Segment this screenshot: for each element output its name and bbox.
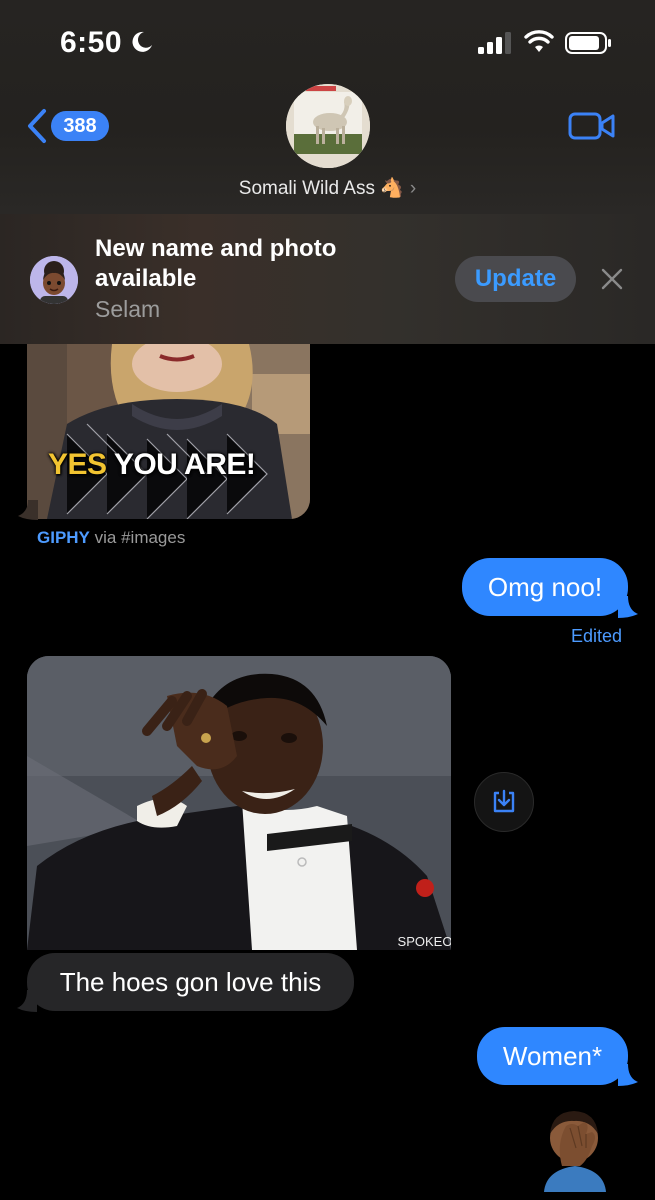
incoming-message-bubble[interactable]: The hoes gon love this [27,953,354,1011]
outgoing-message-bubble[interactable]: Omg noo! [462,558,628,616]
giphy-via: via #images [89,528,186,547]
photo-image: SPOKEO [27,656,451,950]
edited-label[interactable]: Edited [571,626,622,647]
unread-count-badge: 388 [51,111,109,141]
banner-subtitle: Selam [95,296,161,322]
photo-watermark: SPOKEO [398,934,451,949]
back-chevron-icon [28,109,46,143]
wifi-icon [524,30,554,52]
gif-caption-rest: YOU ARE! [106,448,256,481]
banner-memoji-avatar [30,256,78,304]
video-call-icon[interactable] [568,110,616,142]
gif-image [27,344,310,519]
contact-name-button[interactable]: Somali Wild Ass 🐴 › [0,176,655,200]
moon-icon [132,31,152,52]
close-icon[interactable] [600,267,624,291]
back-button[interactable]: 388 [26,108,109,144]
contact-name: Somali Wild Ass 🐴 [238,178,404,199]
photo-message[interactable]: SPOKEO [27,656,451,950]
banner-title: New name and photo available [95,235,337,292]
signal-icon [478,32,511,54]
gif-caption-yes: YES [48,448,107,481]
outgoing-message-bubble[interactable]: Women* [477,1027,628,1085]
battery-icon [565,32,611,54]
bubble-tail-icon [618,1064,638,1086]
bubble-tail-icon [18,500,38,520]
gif-caption: YES YOU ARE! [48,448,256,482]
facepalm-emoji[interactable]: 🤦🏾‍♂️ [540,1104,610,1192]
gif-message[interactable] [27,344,310,519]
status-time: 6:50 [60,26,123,59]
contact-avatar-image [286,84,370,168]
contact-avatar[interactable] [286,84,370,168]
save-download-icon [493,789,515,813]
update-button[interactable]: Update [455,256,576,302]
giphy-brand: GIPHY [37,528,90,547]
save-photo-button[interactable] [474,772,534,832]
bubble-tail-icon [618,596,638,618]
bubble-tail-icon [17,990,37,1012]
gif-source-link[interactable]: GIPHY via #images [37,528,185,548]
contact-chevron-icon: › [409,178,417,199]
